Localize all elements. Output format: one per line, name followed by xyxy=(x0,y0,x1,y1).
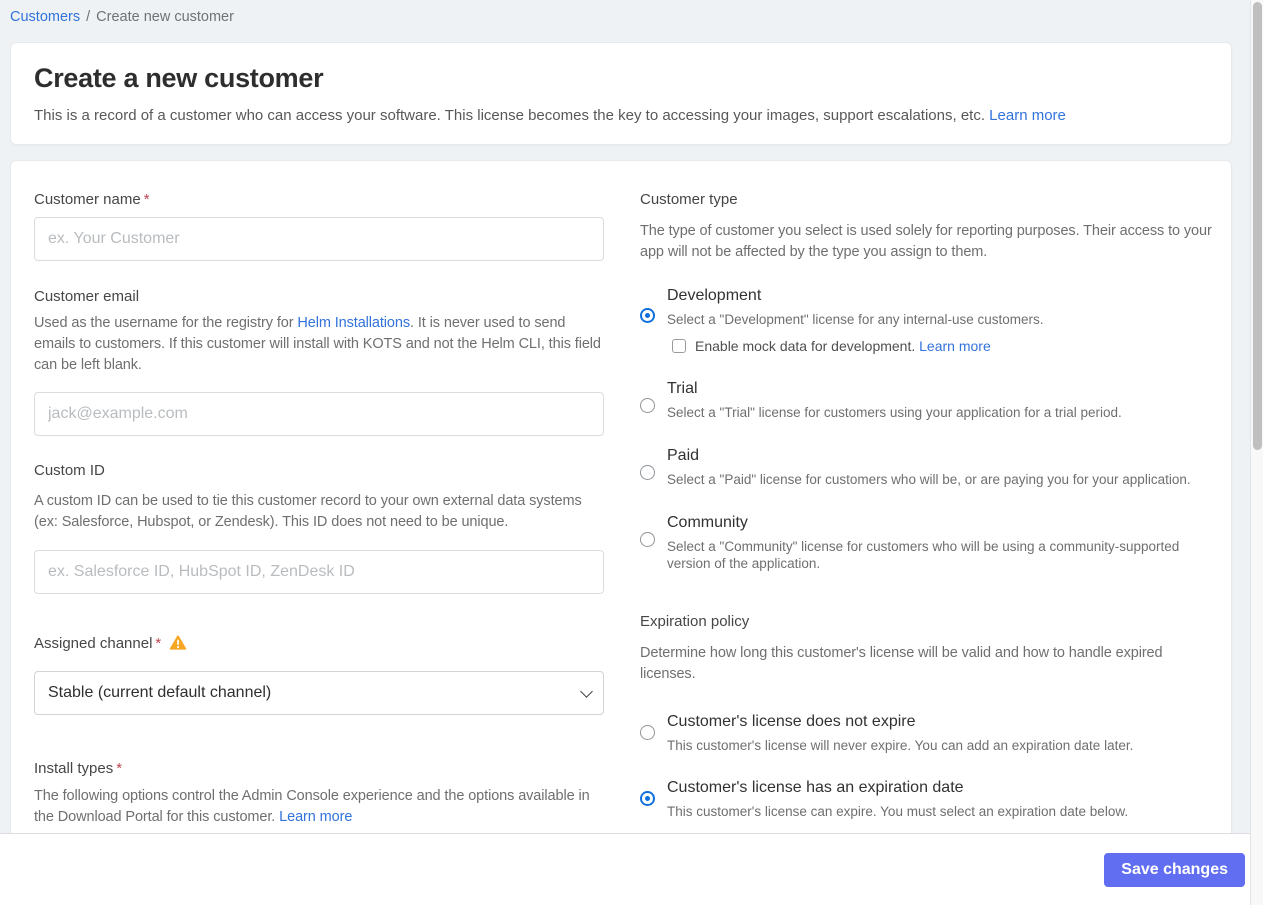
trial-description: Select a "Trial" license for customers u… xyxy=(667,405,1122,420)
expiration-policy-label: Expiration policy xyxy=(640,613,750,630)
install-types-label-text: Install types xyxy=(34,760,114,777)
trial-title: Trial xyxy=(667,380,698,397)
install-types-field: Install types * The following options con… xyxy=(34,760,604,828)
install-types-label: Install types * xyxy=(34,760,604,777)
assigned-channel-select[interactable]: Stable (current default channel) xyxy=(34,671,604,715)
no-expire-title: Customer's license does not expire xyxy=(667,713,916,730)
customer-type-option-community: Community Select a "Community" license f… xyxy=(640,514,1212,572)
warning-triangle-icon xyxy=(169,635,187,655)
mock-data-learn-more-link[interactable]: Learn more xyxy=(919,338,991,354)
form-right-column: Customer type The type of customer you s… xyxy=(640,191,1212,820)
customer-type-option-paid: Paid Select a "Paid" license for custome… xyxy=(640,447,1212,488)
community-radio[interactable] xyxy=(640,532,655,547)
community-title: Community xyxy=(667,514,748,531)
no-expire-description: This customer's license will never expir… xyxy=(667,738,1134,753)
breadcrumb: Customers / Create new customer xyxy=(10,9,234,25)
customer-name-input[interactable] xyxy=(34,217,604,261)
header-learn-more-link[interactable]: Learn more xyxy=(989,107,1066,124)
breadcrumb-link-customers[interactable]: Customers xyxy=(10,9,80,25)
customer-email-label: Customer email xyxy=(34,288,140,305)
customer-name-label: Customer name * xyxy=(34,191,604,208)
install-types-description: The following options control the Admin … xyxy=(34,786,604,828)
paid-description: Select a "Paid" license for customers wh… xyxy=(667,472,1191,487)
customer-type-label: Customer type xyxy=(640,191,738,208)
customer-name-label-text: Customer name xyxy=(34,191,141,208)
customer-email-field: Customer email Used as the username for … xyxy=(34,288,604,436)
expiration-option-has-date: Customer's license has an expiration dat… xyxy=(640,779,1212,820)
has-date-radio[interactable] xyxy=(640,791,655,806)
save-changes-button[interactable]: Save changes xyxy=(1104,853,1245,887)
custom-id-field: Custom ID A custom ID can be used to tie… xyxy=(34,462,604,594)
paid-radio[interactable] xyxy=(640,465,655,480)
custom-id-input[interactable] xyxy=(34,550,604,594)
assigned-channel-field: Assigned channel * Stable (current defaul… xyxy=(34,635,604,715)
install-types-required-asterisk: * xyxy=(116,760,123,777)
assigned-channel-selected-option: Stable (current default channel) xyxy=(48,684,272,701)
no-expire-radio[interactable] xyxy=(640,725,655,740)
install-types-learn-more-link[interactable]: Learn more xyxy=(279,809,352,825)
page-description: This is a record of a customer who can a… xyxy=(34,107,1208,124)
page-header-card: Create a new customer This is a record o… xyxy=(10,42,1232,145)
community-description: Select a "Community" license for custome… xyxy=(667,539,1180,571)
mock-data-checkbox[interactable] xyxy=(672,339,686,353)
helm-installations-link[interactable]: Helm Installations xyxy=(297,315,410,331)
customer-email-input[interactable] xyxy=(34,392,604,436)
trial-radio[interactable] xyxy=(640,398,655,413)
customer-email-desc-text-1: Used as the username for the registry fo… xyxy=(34,315,298,331)
breadcrumb-current: Create new customer xyxy=(96,9,234,25)
customer-email-description: Used as the username for the registry fo… xyxy=(34,313,604,376)
development-title: Development xyxy=(667,287,762,304)
page-title: Create a new customer xyxy=(34,63,324,93)
custom-id-description: A custom ID can be used to tie this cust… xyxy=(34,493,582,530)
breadcrumb-separator: / xyxy=(86,9,91,25)
has-date-description: This customer's license can expire. You … xyxy=(667,804,1129,819)
development-radio[interactable] xyxy=(640,308,655,323)
form-footer-bar: Save changes xyxy=(0,833,1250,905)
page-description-text: This is a record of a customer who can a… xyxy=(34,107,985,124)
development-description: Select a "Development" license for any i… xyxy=(667,312,1044,327)
scrollbar-thumb[interactable] xyxy=(1253,2,1262,450)
create-customer-page: Customers / Create new customer Create a n… xyxy=(0,0,1263,905)
assigned-channel-required-asterisk: * xyxy=(155,635,162,652)
customer-type-description: The type of customer you select is used … xyxy=(640,223,1212,260)
chevron-down-icon xyxy=(580,685,593,698)
customer-type-option-development: Development Select a "Development" licen… xyxy=(640,287,1212,354)
mock-data-label: Enable mock data for development. xyxy=(695,338,916,354)
has-date-title: Customer's license has an expiration dat… xyxy=(667,779,964,796)
expiration-option-no-expire: Customer's license does not expire This … xyxy=(640,713,1212,754)
page-scrollbar[interactable] xyxy=(1250,0,1263,905)
assigned-channel-label: Assigned channel * xyxy=(34,635,604,655)
custom-id-label: Custom ID xyxy=(34,462,105,479)
paid-title: Paid xyxy=(667,447,700,464)
customer-name-field: Customer name * xyxy=(34,191,604,261)
mock-data-row: Enable mock data for development. Learn … xyxy=(672,338,1212,354)
form-left-column: Customer name* Customer email Used as th… xyxy=(34,191,604,828)
expiration-policy-description: Determine how long this customer's licen… xyxy=(640,645,1163,682)
customer-form-card: Customer name* Customer email Used as th… xyxy=(10,160,1232,860)
customer-type-option-trial: Trial Select a "Trial" license for custo… xyxy=(640,380,1212,421)
assigned-channel-label-text: Assigned channel xyxy=(34,635,153,652)
customer-name-required-asterisk: * xyxy=(143,191,150,208)
